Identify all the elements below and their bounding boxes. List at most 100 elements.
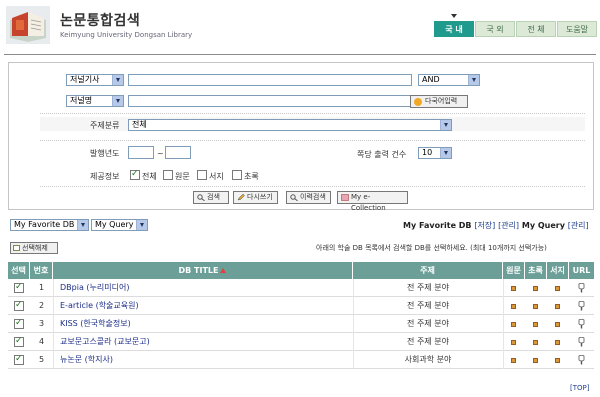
column-divider bbox=[503, 297, 504, 315]
abstract-available-icon bbox=[533, 358, 538, 363]
pencil-icon bbox=[237, 194, 245, 201]
divider bbox=[40, 113, 585, 114]
abstract-available-icon bbox=[533, 340, 538, 345]
bibliography-available-icon bbox=[555, 322, 560, 327]
column-divider bbox=[53, 297, 54, 315]
checkbox-fulltext[interactable] bbox=[163, 170, 173, 180]
search-button[interactable]: 검색 bbox=[193, 191, 229, 204]
my-query-manage-link[interactable]: [관리] bbox=[568, 221, 589, 230]
column-header-abstract: 초록 bbox=[525, 262, 547, 279]
active-tab-indicator-icon bbox=[451, 14, 457, 18]
tab-foreign[interactable]: 국 외 bbox=[475, 21, 515, 37]
multilang-input-button[interactable]: 다국어입력 bbox=[410, 95, 468, 108]
history-search-button[interactable]: 이력검색 bbox=[286, 191, 331, 204]
row-subject: 전 주제 분야 bbox=[407, 319, 449, 328]
column-header-number: 번호 bbox=[30, 262, 53, 279]
field-select-1-value: 저널기사 bbox=[70, 75, 100, 84]
my-query-text: My Query bbox=[521, 221, 565, 230]
search-icon bbox=[197, 194, 205, 201]
reset-button[interactable]: 다시쓰기 bbox=[233, 191, 278, 204]
checkbox-abstract[interactable] bbox=[232, 170, 242, 180]
db-table: 선택 번호 DB TITLE 주제 원문 초록 서지 URL 1 DBpia (누… bbox=[8, 262, 594, 370]
fulltext-available-icon bbox=[511, 304, 516, 309]
divider bbox=[40, 140, 585, 141]
tab-domestic[interactable]: 국 내 bbox=[434, 21, 474, 37]
fulltext-available-icon bbox=[511, 286, 516, 291]
url-info-icon[interactable] bbox=[578, 355, 585, 365]
favorites-links: My Favorite DB [저장] [관리] My Query [관리] bbox=[403, 220, 589, 231]
field-select-2[interactable]: 저널명 bbox=[66, 95, 124, 107]
bibliography-available-icon bbox=[555, 286, 560, 291]
search-input-2[interactable] bbox=[128, 95, 412, 107]
subject-select[interactable]: 전체 bbox=[128, 119, 452, 131]
history-search-label: 이력검색 bbox=[300, 193, 326, 201]
table-row: 2 E-article (학술교육원) 전 주제 분야 bbox=[8, 297, 594, 315]
row-subject: 전 주제 분야 bbox=[407, 283, 449, 292]
db-title-link[interactable]: 뉴논문 (학지사) bbox=[56, 351, 352, 369]
row-subject: 전 주제 분야 bbox=[407, 337, 449, 346]
tab-all[interactable]: 전 체 bbox=[516, 21, 556, 37]
my-ecollection-button[interactable]: My e-Collection bbox=[337, 191, 408, 212]
checkbox-all[interactable] bbox=[130, 169, 140, 180]
column-header-fulltext: 원문 bbox=[503, 262, 525, 279]
globe-icon bbox=[414, 98, 422, 106]
column-header-select: 선택 bbox=[8, 262, 30, 279]
top-link[interactable]: [TOP] bbox=[570, 384, 589, 392]
column-divider bbox=[503, 315, 504, 333]
library-book-icon bbox=[6, 6, 50, 44]
favorite-db-text: My Favorite DB bbox=[403, 221, 472, 230]
subject-label: 주제분류 bbox=[90, 121, 120, 130]
sort-asc-icon bbox=[220, 268, 227, 273]
checkbox-fulltext-label: 원문 bbox=[175, 172, 190, 181]
row-select-checkbox[interactable] bbox=[14, 354, 24, 365]
table-row: 5 뉴논문 (학지사) 사회과학 분야 bbox=[8, 351, 594, 369]
favorite-db-manage-link[interactable]: [관리] bbox=[498, 221, 519, 230]
tab-help[interactable]: 도움말 bbox=[557, 21, 597, 37]
my-query-select[interactable]: My Query bbox=[91, 219, 148, 231]
library-name: Keimyung University Dongsan Library bbox=[60, 31, 193, 39]
checkbox-bibliography[interactable] bbox=[197, 170, 207, 180]
table-row: 3 KISS (한국학술정보) 전 주제 분야 bbox=[8, 315, 594, 333]
favorite-db-select[interactable]: My Favorite DB bbox=[10, 219, 89, 231]
db-title-link[interactable]: DBpia (누리미디어) bbox=[56, 279, 352, 297]
abstract-available-icon bbox=[533, 286, 538, 291]
row-number: 3 bbox=[38, 319, 45, 328]
column-header-subject: 주제 bbox=[353, 262, 503, 279]
column-divider bbox=[53, 315, 54, 333]
db-title-link[interactable]: KISS (한국학술정보) bbox=[56, 315, 352, 333]
column-header-db-title-label: DB TITLE bbox=[178, 266, 219, 275]
chevron-down-icon bbox=[136, 220, 147, 230]
url-info-icon[interactable] bbox=[578, 283, 585, 293]
field-select-2-value: 저널명 bbox=[70, 96, 93, 105]
per-page-select[interactable]: 10 bbox=[418, 147, 452, 159]
bibliography-available-icon bbox=[555, 304, 560, 309]
row-select-checkbox[interactable] bbox=[14, 318, 24, 329]
chevron-down-icon bbox=[468, 75, 479, 85]
year-label: 발행년도 bbox=[90, 149, 120, 158]
row-select-checkbox[interactable] bbox=[14, 336, 24, 347]
header: 논문통합검색 Keimyung University Dongsan Libra… bbox=[0, 0, 600, 52]
favorite-db-save-link[interactable]: [저장] bbox=[474, 221, 495, 230]
column-divider bbox=[503, 279, 504, 297]
checkbox-icon bbox=[13, 245, 20, 251]
per-page-value: 10 bbox=[422, 148, 433, 157]
column-divider bbox=[53, 279, 54, 297]
db-title-link[interactable]: E-article (학술교육원) bbox=[56, 297, 352, 315]
column-header-db-title[interactable]: DB TITLE bbox=[53, 262, 353, 279]
field-select-1[interactable]: 저널기사 bbox=[66, 74, 124, 86]
chevron-down-icon bbox=[112, 75, 123, 85]
url-info-icon[interactable] bbox=[578, 319, 585, 329]
year-to-input[interactable] bbox=[165, 146, 191, 159]
deselect-all-button[interactable]: 선택해제 bbox=[10, 242, 58, 254]
db-title-link[interactable]: 교보문고스콜라 (교보문고) bbox=[56, 333, 352, 351]
row-number: 2 bbox=[38, 301, 45, 310]
region-tabs: 국 내 국 외 전 체 도움말 bbox=[434, 21, 598, 37]
operator-select[interactable]: AND bbox=[418, 74, 480, 86]
row-number: 1 bbox=[38, 283, 45, 292]
url-info-icon[interactable] bbox=[578, 337, 585, 347]
search-input-1[interactable] bbox=[128, 74, 412, 86]
year-from-input[interactable] bbox=[128, 146, 154, 159]
row-select-checkbox[interactable] bbox=[14, 300, 24, 311]
row-select-checkbox[interactable] bbox=[14, 282, 24, 293]
url-info-icon[interactable] bbox=[578, 301, 585, 311]
